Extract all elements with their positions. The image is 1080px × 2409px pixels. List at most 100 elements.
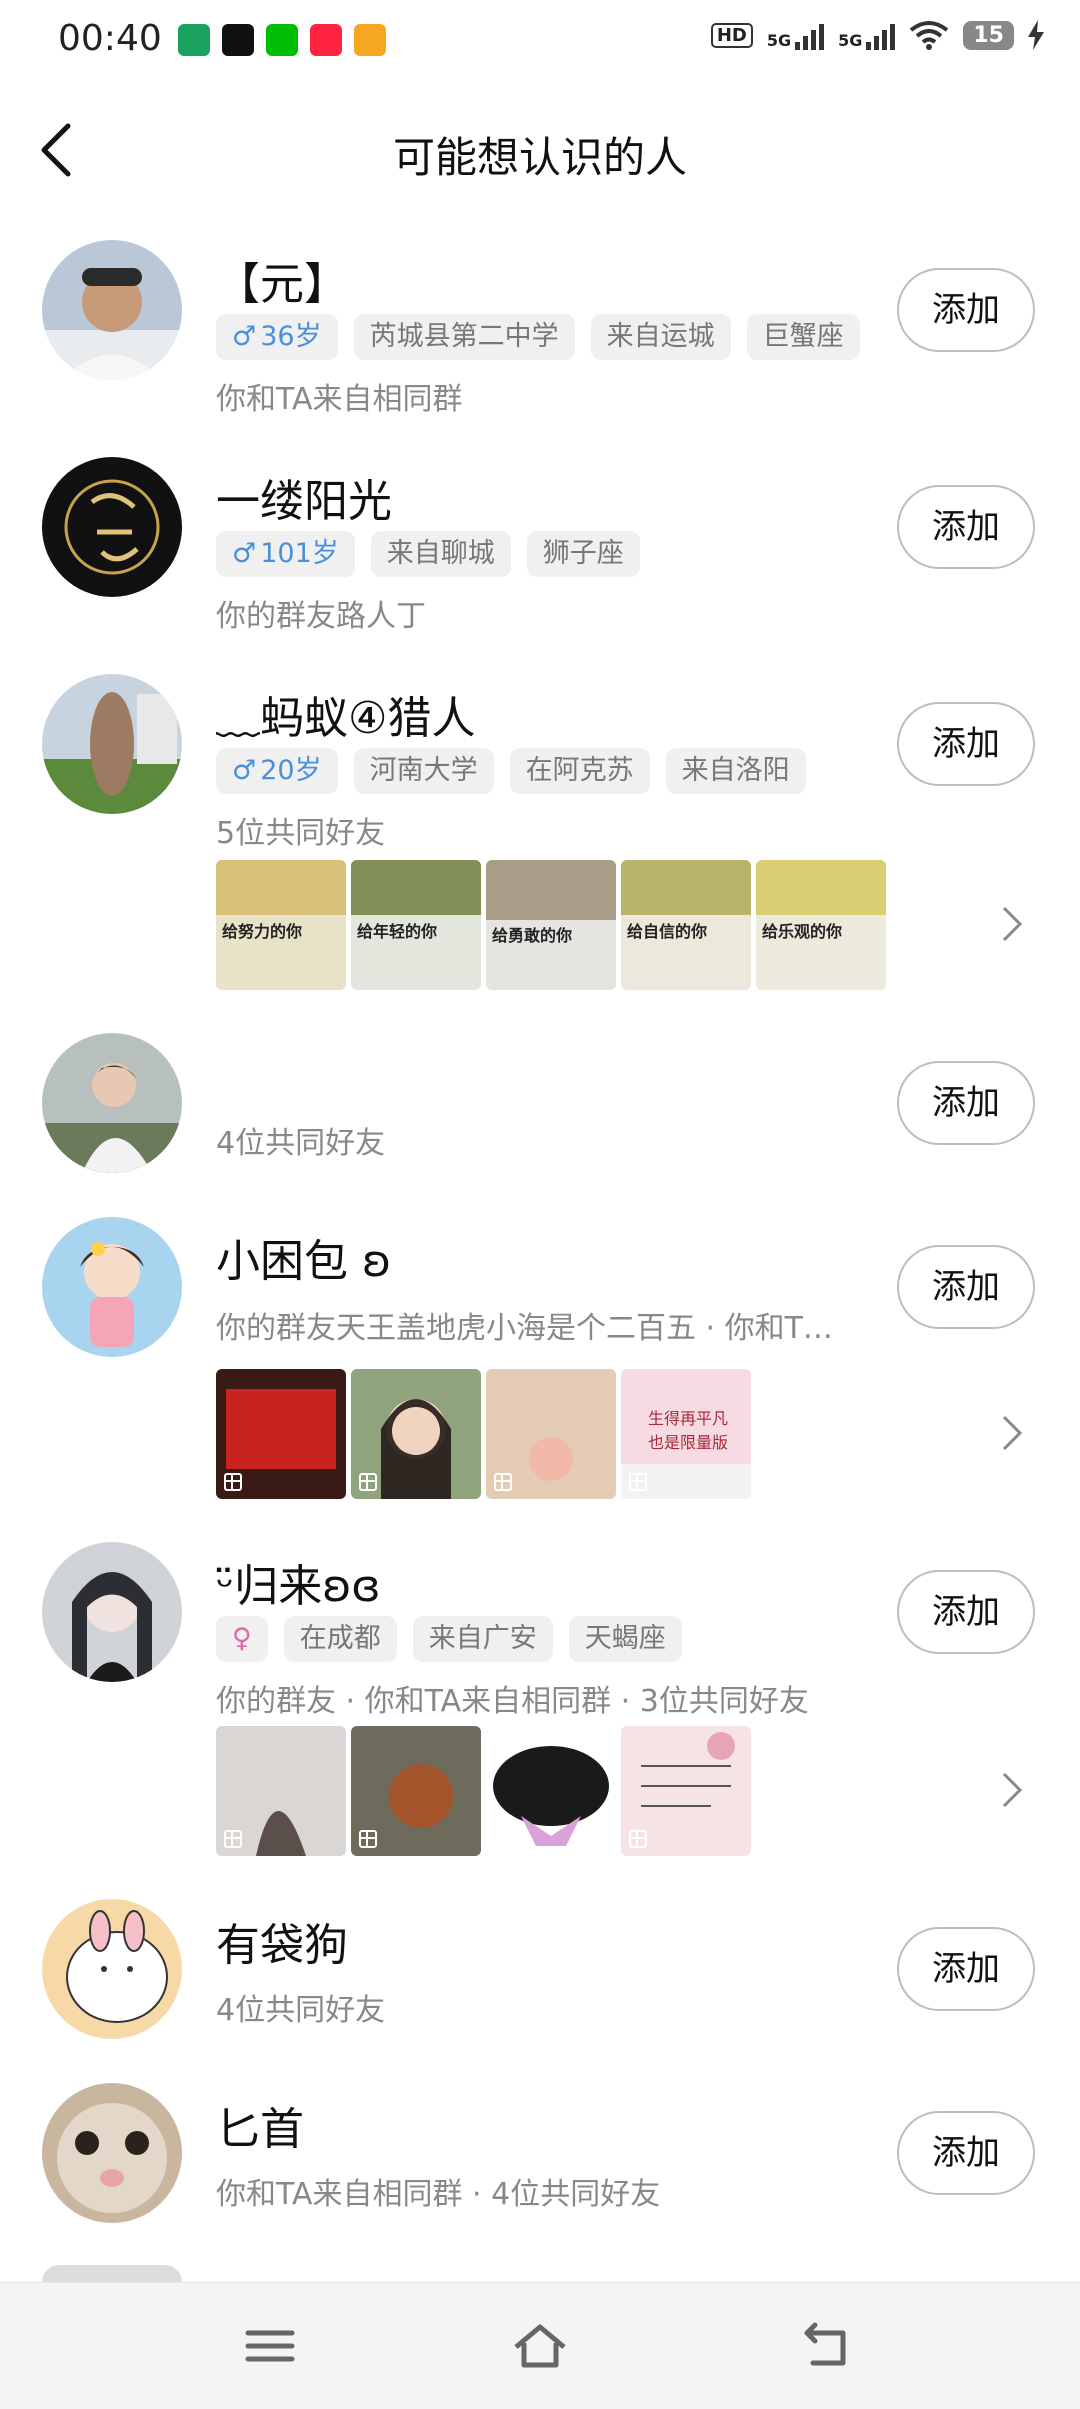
photo-thumbnail[interactable]: 给自信的你: [621, 860, 751, 990]
photo-thumbnail[interactable]: [621, 1726, 751, 1856]
list-item[interactable]: 【元】 ♂ 36岁 芮城县第二中学 来自运城 巨蟹座 你和TA来自相同群 添加: [0, 230, 1080, 430]
avatar[interactable]: [42, 1217, 182, 1357]
hometown-tag: 来自聊城: [370, 531, 511, 577]
relation-text: 你的群友天王盖地虎小海是个二百五 · 你和T…: [216, 1311, 833, 1346]
list-item[interactable]: ﹏蚂蚁④猎人 ♂ 20岁 河南大学 在阿克苏 来自洛阳 5位共同好友 添加 给努力…: [0, 664, 1080, 1004]
list-item[interactable]: 匕首 你和TA来自相同群 · 4位共同好友 添加: [0, 2073, 1080, 2243]
iqiyi-icon: [266, 24, 298, 56]
status-indicators: HD 5G 5G 15: [710, 20, 1044, 50]
gallery-icon: [629, 1473, 647, 1491]
user-name: 小困包 ʚ: [216, 1236, 392, 1287]
add-friend-button[interactable]: 添加: [897, 1245, 1035, 1329]
photo-thumbnail[interactable]: 给勇敢的你: [486, 860, 616, 990]
photo-strip[interactable]: 给努力的你 给年轻的你 给勇敢的你 给自信的你 给乐观的你: [216, 860, 886, 990]
user-name: ﹏蚂蚁④猎人: [216, 693, 476, 744]
gender-age-tag: ♂ 101岁: [216, 531, 355, 577]
battery-icon: 15: [963, 20, 1014, 50]
mutual-friends-text: 5位共同好友: [216, 816, 386, 851]
photo-strip[interactable]: 生得再平凡 也是限量版: [216, 1369, 751, 1499]
avatar[interactable]: [42, 1542, 182, 1682]
chevron-right-icon[interactable]: [1000, 1413, 1026, 1453]
photo-strip[interactable]: [216, 1726, 751, 1856]
photo-thumbnail[interactable]: [351, 1369, 481, 1499]
list-item[interactable]: 一缕阳光 ♂ 101岁 来自聊城 狮子座 你的群友路人丁 添加: [0, 447, 1080, 647]
back-nav-icon[interactable]: [795, 2321, 855, 2371]
weibo-icon: [354, 24, 386, 56]
zodiac-tag: 天蝎座: [568, 1616, 682, 1662]
add-friend-button[interactable]: 添加: [897, 1061, 1035, 1145]
avatar[interactable]: [42, 674, 182, 814]
add-friend-button[interactable]: 添加: [897, 1927, 1035, 2011]
app-notification-icon: [178, 24, 210, 56]
relation-text: 你的群友 · 你和TA来自相同群 · 3位共同好友: [216, 1684, 809, 1719]
user-tags: ♂ 20岁 河南大学 在阿克苏 来自洛阳: [216, 748, 806, 794]
photo-thumbnail[interactable]: 给努力的你: [216, 860, 346, 990]
hometown-tag: 来自广安: [412, 1616, 553, 1662]
add-friend-button[interactable]: 添加: [897, 485, 1035, 569]
list-item[interactable]: 小困包 ʚ 你的群友天王盖地虎小海是个二百五 · 你和T… 添加 生得再平凡 也…: [0, 1207, 1080, 1507]
add-friend-button[interactable]: 添加: [897, 2111, 1035, 2195]
signal-icon-2: 5G: [838, 20, 896, 50]
gallery-icon: [224, 1830, 242, 1848]
mutual-friends-text: 4位共同好友: [216, 1126, 386, 1161]
avatar[interactable]: [42, 240, 182, 380]
user-tags: ♂ 36岁 芮城县第二中学 来自运城 巨蟹座: [216, 314, 860, 360]
photo-thumbnail[interactable]: 给年轻的你: [351, 860, 481, 990]
gallery-icon: [359, 1830, 377, 1848]
page-title: 可能想认识的人: [392, 133, 687, 182]
gender-age-tag: ♂ 20岁: [216, 748, 338, 794]
hometown-tag: 来自运城: [590, 314, 731, 360]
relation-text: 你和TA来自相同群: [216, 382, 463, 417]
add-friend-button[interactable]: 添加: [897, 1570, 1035, 1654]
wifi-icon: [910, 21, 949, 50]
list-item[interactable]: 有袋狗 4位共同好友 添加: [0, 1889, 1080, 2059]
photo-thumbnail[interactable]: 给乐观的你: [756, 860, 886, 990]
notification-icons: [178, 24, 386, 56]
avatar[interactable]: [42, 1899, 182, 2039]
avatar[interactable]: [42, 457, 182, 597]
user-name: 一缕阳光: [216, 476, 392, 527]
status-bar: 00:40 HD 5G 5G 15: [0, 0, 1080, 82]
menu-icon[interactable]: [240, 2321, 300, 2371]
user-tags: ♀ 在成都 来自广安 天蝎座: [216, 1616, 682, 1662]
add-friend-button[interactable]: 添加: [897, 268, 1035, 352]
gallery-icon: [629, 1830, 647, 1848]
add-friend-button[interactable]: 添加: [897, 702, 1035, 786]
location-tag: 在阿克苏: [509, 748, 650, 794]
school-tag: 芮城县第二中学: [353, 314, 575, 360]
zodiac-tag: 巨蟹座: [746, 314, 860, 360]
hometown-tag: 来自洛阳: [665, 748, 806, 794]
gallery-icon: [359, 1473, 377, 1491]
user-name: 【元】: [216, 259, 348, 310]
photo-thumbnail[interactable]: [486, 1369, 616, 1499]
zodiac-tag: 狮子座: [526, 531, 640, 577]
system-navigation-bar: [0, 2282, 1080, 2409]
header: 可能想认识的人: [0, 100, 1080, 200]
location-tag: 在成都: [283, 1616, 397, 1662]
avatar[interactable]: [42, 1033, 182, 1173]
user-name: 匕首: [216, 2104, 304, 2155]
user-name: 有袋狗: [216, 1920, 348, 1971]
relation-text: 你的群友路人丁: [216, 599, 426, 634]
chevron-right-icon[interactable]: [1000, 1770, 1026, 1810]
gender-age-tag: ♂ 36岁: [216, 314, 338, 360]
next-row-avatar-partial: [42, 2265, 182, 2282]
photo-thumbnail[interactable]: 生得再平凡 也是限量版: [621, 1369, 751, 1499]
avatar[interactable]: [42, 2083, 182, 2223]
tiktok-icon: [222, 24, 254, 56]
photo-thumbnail[interactable]: [486, 1726, 616, 1856]
mutual-friends-text: 4位共同好友: [216, 1993, 386, 2028]
signal-icon: 5G: [767, 20, 825, 50]
list-item[interactable]: ᵕ̈归来ʚɞ ♀ 在成都 来自广安 天蝎座 你的群友 · 你和TA来自相同群 ·…: [0, 1532, 1080, 1872]
photo-thumbnail[interactable]: [351, 1726, 481, 1856]
relation-text: 你和TA来自相同群 · 4位共同好友: [216, 2177, 661, 2212]
home-icon[interactable]: [510, 2321, 570, 2371]
hd-badge: HD: [710, 22, 753, 48]
photo-thumbnail[interactable]: [216, 1726, 346, 1856]
photo-thumbnail[interactable]: [216, 1369, 346, 1499]
gallery-icon: [494, 1473, 512, 1491]
school-tag: 河南大学: [353, 748, 494, 794]
list-item[interactable]: 4位共同好友 添加: [0, 1023, 1080, 1193]
charging-icon: [1028, 20, 1044, 50]
chevron-right-icon[interactable]: [1000, 904, 1026, 944]
